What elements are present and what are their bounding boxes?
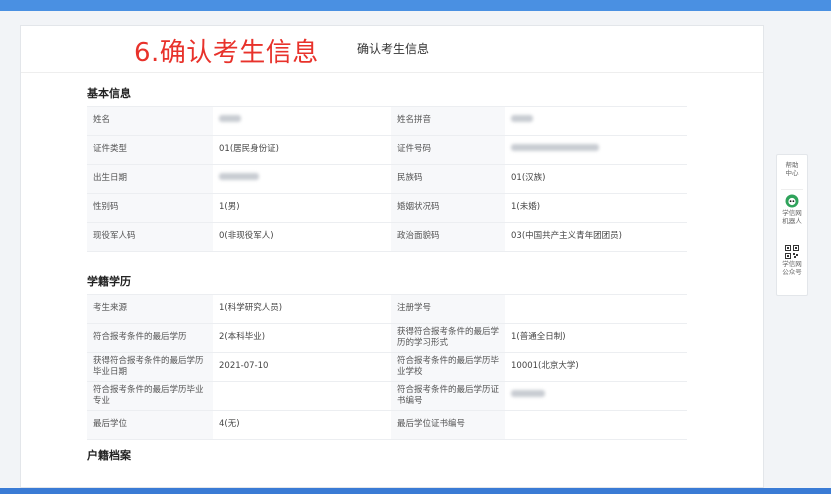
label-name-pinyin: 姓名拼音 (391, 106, 505, 136)
label-certificate-number: 符合报考条件的最后学历证书编号 (391, 381, 505, 411)
table-row: 现役军人码 0(非现役军人) 政治面貌码 03(中国共产主义青年团团员) (87, 222, 687, 252)
label-military: 现役军人码 (87, 222, 213, 252)
robot-label: 学信网机器人 (782, 209, 802, 226)
official-account-button[interactable]: 学信网公众号 (777, 245, 807, 277)
robot-button[interactable]: 学信网机器人 (777, 194, 807, 226)
redacted-value (511, 390, 545, 398)
value-birth-date (213, 164, 391, 194)
bottom-bar (0, 488, 831, 494)
top-bar (0, 0, 831, 11)
qr-code-icon (785, 245, 799, 259)
label-name: 姓名 (87, 106, 213, 136)
label-id-type: 证件类型 (87, 135, 213, 165)
help-center-button[interactable]: 帮助中心 (777, 161, 807, 178)
help-center-label: 帮助中心 (785, 161, 799, 178)
value-name (213, 106, 391, 136)
table-row: 出生日期 民族码 01(汉族) (87, 164, 687, 194)
card-header: 6.确认考生信息 确认考生信息 (21, 26, 763, 73)
label-student-id: 注册学号 (391, 294, 505, 324)
divider (781, 189, 803, 190)
label-id-number: 证件号码 (391, 135, 505, 165)
section-title-education: 学籍学历 (87, 275, 131, 288)
step-title: 6.确认考生信息 (134, 38, 319, 68)
robot-icon (785, 194, 799, 208)
label-last-degree: 最后学位 (87, 410, 213, 440)
value-degree-certificate-number (505, 410, 687, 440)
value-id-type: 01(居民身份证) (213, 135, 391, 165)
value-gender: 1(男) (213, 193, 391, 223)
table-row: 考生来源 1(科学研究人员) 注册学号 (87, 294, 687, 324)
value-graduation-major (213, 381, 391, 411)
label-birth-date: 出生日期 (87, 164, 213, 194)
official-account-label: 学信网公众号 (782, 260, 802, 277)
label-marital-status: 婚姻状况码 (391, 193, 505, 223)
page-title: 确认考生信息 (357, 42, 430, 56)
value-student-id (505, 294, 687, 324)
basic-info-table: 姓名 姓名拼音 证件类型 01(居民身份证) 证件号码 出生日期 民族码 01(… (87, 106, 687, 252)
label-ethnicity: 民族码 (391, 164, 505, 194)
redacted-value (511, 144, 599, 152)
confirm-info-card: 6.确认考生信息 确认考生信息 基本信息 姓名 姓名拼音 证件类型 01(居民身… (20, 25, 764, 488)
label-degree-certificate-number: 最后学位证书编号 (391, 410, 505, 440)
table-row: 证件类型 01(居民身份证) 证件号码 (87, 135, 687, 165)
value-last-degree: 4(无) (213, 410, 391, 440)
section-title-household: 户籍档案 (87, 449, 131, 462)
redacted-value (511, 115, 533, 123)
section-title-basic: 基本信息 (87, 87, 131, 100)
table-row: 符合报考条件的最后学历毕业专业 符合报考条件的最后学历证书编号 (87, 381, 687, 411)
redacted-value (219, 173, 259, 181)
education-table: 考生来源 1(科学研究人员) 注册学号 符合报考条件的最后学历 2(本科毕业) … (87, 294, 687, 440)
label-last-degree-level: 符合报考条件的最后学历 (87, 323, 213, 353)
label-graduation-date: 获得符合报考条件的最后学历毕业日期 (87, 352, 213, 382)
label-graduation-major: 符合报考条件的最后学历毕业专业 (87, 381, 213, 411)
floating-sidebar: 帮助中心 学信网机器人 学信网公众号 (776, 154, 808, 296)
value-ethnicity: 01(汉族) (505, 164, 687, 194)
table-row: 姓名 姓名拼音 (87, 106, 687, 136)
label-gender: 性别码 (87, 193, 213, 223)
value-last-degree-level: 2(本科毕业) (213, 323, 391, 353)
label-source: 考生来源 (87, 294, 213, 324)
value-political-status: 03(中国共产主义青年团团员) (505, 222, 687, 252)
value-study-form: 1(普通全日制) (505, 323, 687, 353)
value-id-number (505, 135, 687, 165)
value-graduation-school: 10001(北京大学) (505, 352, 687, 382)
label-political-status: 政治面貌码 (391, 222, 505, 252)
value-marital-status: 1(未婚) (505, 193, 687, 223)
value-source: 1(科学研究人员) (213, 294, 391, 324)
table-row: 最后学位 4(无) 最后学位证书编号 (87, 410, 687, 440)
label-graduation-school: 符合报考条件的最后学历毕业学校 (391, 352, 505, 382)
value-certificate-number (505, 381, 687, 411)
label-study-form: 获得符合报考条件的最后学历的学习形式 (391, 323, 505, 353)
redacted-value (219, 115, 241, 123)
value-name-pinyin (505, 106, 687, 136)
table-row: 性别码 1(男) 婚姻状况码 1(未婚) (87, 193, 687, 223)
table-row: 获得符合报考条件的最后学历毕业日期 2021-07-10 符合报考条件的最后学历… (87, 352, 687, 382)
table-row: 符合报考条件的最后学历 2(本科毕业) 获得符合报考条件的最后学历的学习形式 1… (87, 323, 687, 353)
value-military: 0(非现役军人) (213, 222, 391, 252)
value-graduation-date: 2021-07-10 (213, 352, 391, 382)
